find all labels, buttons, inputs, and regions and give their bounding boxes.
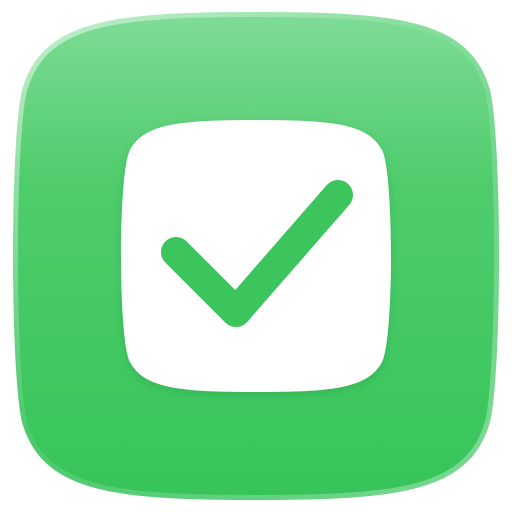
icon-stage (0, 0, 512, 512)
inner-square (121, 120, 391, 392)
app-badge-icon[interactable] (0, 0, 512, 512)
